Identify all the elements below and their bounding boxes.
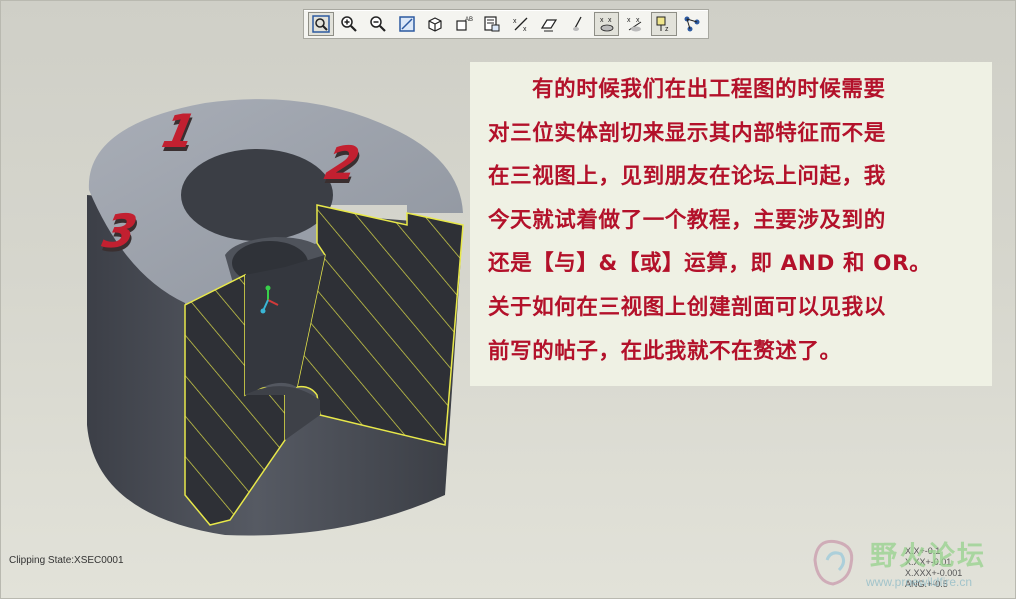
note-line: 对三位实体剖切来显示其内部特征而不是 <box>488 120 886 146</box>
datum-axes-button[interactable] <box>537 12 563 36</box>
layer-button[interactable] <box>479 12 505 36</box>
repaint-button[interactable] <box>394 12 420 36</box>
svg-text:AB: AB <box>465 17 473 23</box>
datum-planes-button[interactable]: xx <box>508 12 534 36</box>
svg-text:x: x <box>600 17 604 24</box>
spin-center-button[interactable]: z <box>650 12 677 36</box>
model-tree-icon <box>684 16 700 32</box>
section-model-view[interactable]: 1 1 2 2 3 3 <box>85 95 470 540</box>
datum-points-button[interactable] <box>565 12 591 36</box>
model-tree-button[interactable] <box>680 12 706 36</box>
note-line: 还是【与】&【或】运算，即 AND 和 OR。 <box>488 251 932 277</box>
svg-text:x: x <box>523 26 527 33</box>
csys-icon: xx <box>600 17 613 32</box>
zoom-fit-button[interactable] <box>308 12 334 36</box>
saved-views-icon: AB <box>456 17 473 31</box>
note-line: 今天就试着做了一个教程，主要涉及到的 <box>488 207 886 233</box>
annotation-button[interactable]: xx <box>622 12 648 36</box>
upper-bore <box>181 149 333 241</box>
right-section-face <box>296 204 464 446</box>
zoom-out-button[interactable] <box>365 12 391 36</box>
note-line: 在三视图上，见到朋友在论坛上问起，我 <box>488 164 886 190</box>
zoom-in-button[interactable] <box>337 12 363 36</box>
note-line: 关于如何在三视图上创建剖面可以见我以 <box>488 294 886 320</box>
clipping-state-label: Clipping State:XSEC0001 <box>9 555 124 566</box>
shading-button[interactable] <box>422 12 448 36</box>
note-line: 前写的帖子，在此我就不在赘述了。 <box>488 338 842 364</box>
datum-planes-icon: xx <box>513 17 528 33</box>
explanation-note: 有的时候我们在出工程图的时候需要 对三位实体剖切来显示其内部特征而不是 在三视图… <box>470 62 992 386</box>
repaint-icon <box>398 16 415 32</box>
spin-center-icon: z <box>656 16 669 33</box>
zoom-fit-icon <box>312 15 330 33</box>
zoom-out-icon <box>370 16 386 32</box>
svg-text:z: z <box>665 26 669 33</box>
annotation-icon: xx <box>627 17 642 32</box>
datum-axes-icon <box>541 19 558 32</box>
datum-points-icon <box>572 16 582 31</box>
svg-text:x: x <box>513 18 517 25</box>
zoom-in-icon <box>341 16 358 32</box>
watermark-title: 野火论坛 <box>870 541 986 572</box>
svg-text:x: x <box>608 17 612 24</box>
watermark-url: www.proewildfire.cn <box>866 575 973 589</box>
view-toolbar: AB xx xx xx z <box>303 9 709 39</box>
svg-text:x: x <box>627 17 631 24</box>
note-line: 有的时候我们在出工程图的时候需要 <box>532 77 886 102</box>
shading-icon <box>428 17 442 32</box>
layer-icon <box>484 16 500 32</box>
saved-views-button[interactable]: AB <box>451 12 477 36</box>
csys-button[interactable]: xx <box>593 12 620 36</box>
